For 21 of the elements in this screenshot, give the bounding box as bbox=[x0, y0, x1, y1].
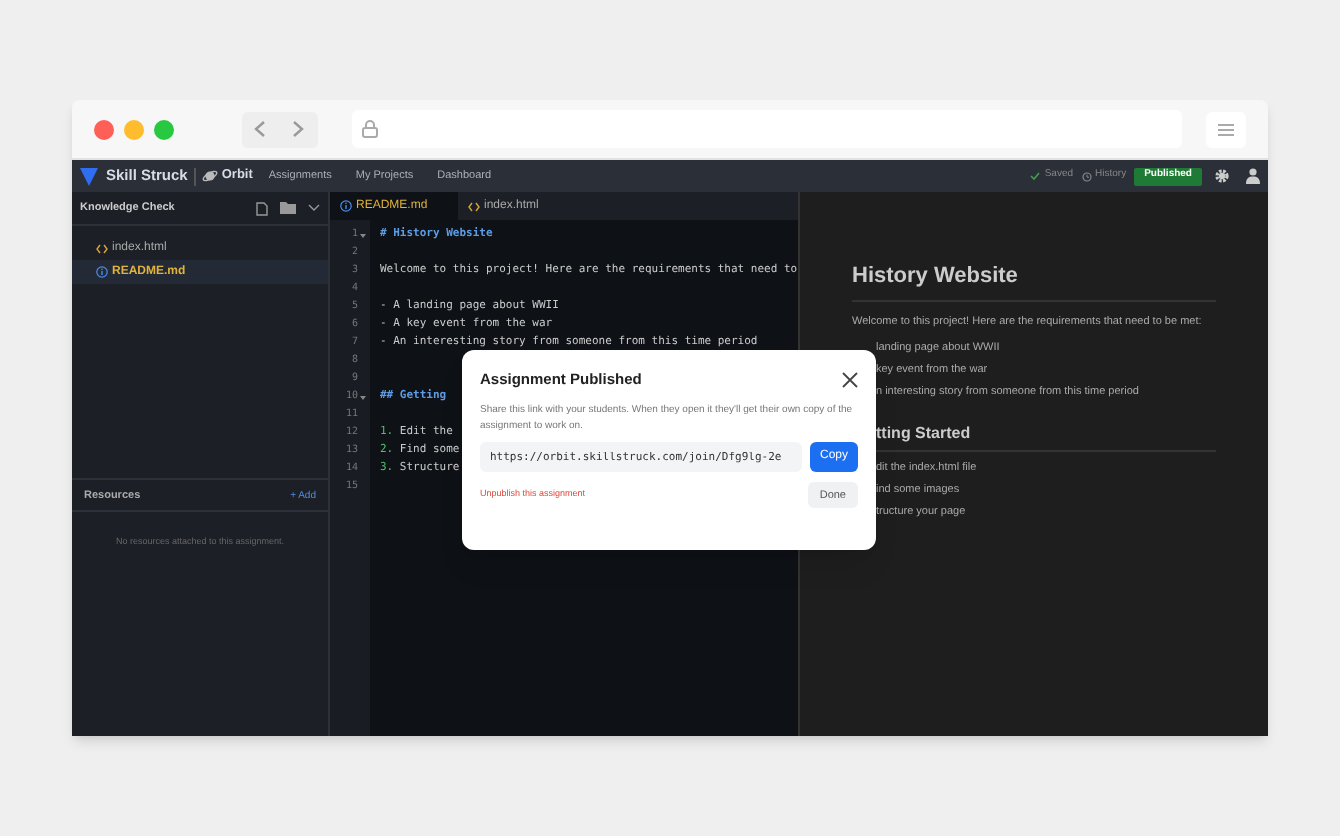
settings-icon[interactable] bbox=[1214, 168, 1230, 184]
orbit-icon bbox=[201, 168, 218, 184]
new-folder-icon[interactable] bbox=[280, 202, 296, 214]
chevron-left-icon bbox=[254, 120, 267, 138]
new-file-icon[interactable] bbox=[256, 201, 268, 215]
info-icon bbox=[96, 266, 108, 278]
chevron-down-icon[interactable] bbox=[308, 204, 320, 212]
menu-icon bbox=[1218, 123, 1235, 135]
lock-icon bbox=[361, 120, 378, 138]
code-icon bbox=[96, 243, 108, 253]
chevron-right-icon bbox=[292, 120, 305, 138]
code-icon bbox=[468, 201, 480, 211]
logo-icon bbox=[80, 167, 98, 185]
history-icon bbox=[1081, 171, 1092, 181]
check-icon bbox=[1030, 172, 1041, 180]
close-icon[interactable] bbox=[842, 371, 858, 388]
close-window-button[interactable] bbox=[94, 119, 114, 139]
user-icon[interactable] bbox=[1246, 168, 1260, 184]
preview-subheading: tting Started bbox=[876, 421, 1216, 451]
info-icon bbox=[340, 200, 352, 212]
preview-heading: History Website bbox=[852, 260, 1216, 301]
